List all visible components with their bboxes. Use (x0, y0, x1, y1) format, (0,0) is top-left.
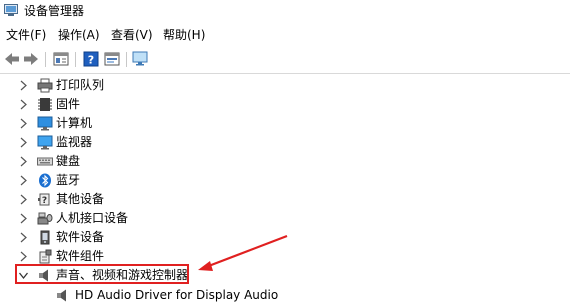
computer-icon (37, 116, 53, 131)
menu-bar: 文件(F) 操作(A) 查看(V) 帮助(H) (0, 24, 570, 46)
chevron-right-icon[interactable] (19, 99, 28, 110)
chevron-right-icon[interactable] (19, 137, 28, 148)
chevron-right-icon[interactable] (19, 156, 28, 167)
tree-item-label: HD Audio Driver for Display Audio (75, 288, 279, 302)
chevron-right-icon[interactable] (19, 251, 28, 262)
tree-item-hid[interactable]: 人机接口设备 (0, 209, 570, 228)
tree-item-computer[interactable]: 计算机 (0, 114, 570, 133)
software-device-icon (40, 230, 50, 245)
tree-item-label: 软件组件 (56, 249, 105, 263)
chevron-right-icon[interactable] (19, 118, 28, 129)
forward-icon[interactable] (22, 50, 40, 68)
tree-item-label: 其他设备 (56, 192, 105, 206)
monitor-icon[interactable] (131, 50, 149, 68)
menu-view[interactable]: 查看(V) (110, 27, 154, 43)
tree-item-monitors[interactable]: 监视器 (0, 133, 570, 152)
tree-child-hd-audio-driver[interactable]: HD Audio Driver for Display Audio (0, 286, 570, 305)
chevron-right-icon[interactable] (19, 175, 28, 186)
tree-item-keyboards[interactable]: 键盘 (0, 152, 570, 171)
bluetooth-icon (39, 173, 51, 188)
hid-icon (37, 212, 53, 225)
other-devices-icon: ? (38, 193, 50, 206)
svg-text:?: ? (88, 54, 94, 67)
tree-item-label: 监视器 (56, 135, 93, 149)
tree-item-label: 固件 (56, 97, 81, 111)
tree-item-label: 人机接口设备 (56, 211, 129, 225)
toolbar: ? (0, 47, 570, 72)
tree-item-label: 软件设备 (56, 230, 105, 244)
toolbar-separator (45, 52, 46, 67)
firmware-icon (38, 98, 52, 111)
tree-item-label: 蓝牙 (56, 173, 81, 187)
back-icon[interactable] (3, 50, 21, 68)
menu-action[interactable]: 操作(A) (57, 27, 101, 43)
window-title: 设备管理器 (24, 4, 85, 18)
tree-item-print-queues[interactable]: 打印队列 (0, 76, 570, 95)
menu-help[interactable]: 帮助(H) (162, 27, 206, 43)
tree-item-label: 打印队列 (56, 78, 105, 92)
device-manager-icon (4, 4, 18, 16)
help-icon[interactable]: ? (82, 50, 100, 68)
keyboard-icon (37, 157, 53, 166)
annotation-arrow-icon (198, 234, 288, 271)
speaker-icon (57, 289, 66, 302)
chevron-right-icon[interactable] (19, 194, 28, 205)
properties-icon[interactable] (52, 50, 70, 68)
menu-file[interactable]: 文件(F) (5, 27, 47, 43)
chevron-right-icon[interactable] (19, 213, 28, 224)
print-queue-icon (37, 78, 53, 93)
monitor-icon (37, 135, 53, 150)
highlight-box (15, 264, 189, 284)
toolbar-separator (126, 52, 127, 67)
title-bar: 设备管理器 (0, 0, 570, 22)
software-component-icon (39, 249, 52, 264)
tree-item-other-devices[interactable]: ? 其他设备 (0, 190, 570, 209)
toolbar-separator (75, 52, 76, 67)
svg-text:?: ? (42, 196, 47, 206)
tree-item-label: 计算机 (56, 116, 93, 130)
tree-item-label: 键盘 (56, 154, 81, 168)
chevron-right-icon[interactable] (19, 232, 28, 243)
update-driver-icon[interactable] (103, 50, 121, 68)
tree-item-firmware[interactable]: 固件 (0, 95, 570, 114)
chevron-right-icon[interactable] (19, 80, 28, 91)
tree-item-bluetooth[interactable]: 蓝牙 (0, 171, 570, 190)
